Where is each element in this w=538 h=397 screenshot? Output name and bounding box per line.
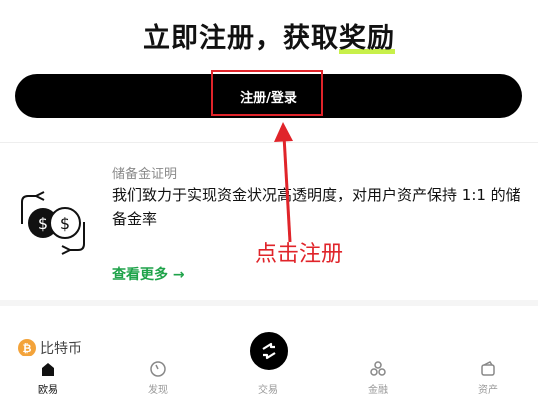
home-icon [42, 363, 54, 376]
wallet-icon [481, 361, 495, 376]
svg-text:$: $ [38, 214, 48, 233]
section-divider [0, 300, 538, 306]
coin-name: 比特币 [40, 341, 82, 357]
tab-label: 交易 [258, 385, 278, 396]
view-more-label: 查看更多 [112, 267, 168, 283]
annotation-highlight-box [211, 70, 323, 116]
reserve-card-label: 储备金证明 [112, 167, 178, 182]
tab-discover[interactable]: 发现 [123, 356, 193, 397]
tab-label: 欧易 [38, 385, 58, 396]
title-highlight: 奖励 [339, 23, 395, 54]
finance-icon [370, 361, 386, 376]
tab-label: 发现 [148, 385, 168, 396]
tab-assets[interactable]: 资产 [453, 356, 523, 397]
tab-label: 金融 [368, 385, 388, 396]
coin-list-item[interactable]: ₿ 比特币 [18, 338, 82, 358]
compass-icon [150, 361, 166, 377]
bitcoin-icon: ₿ [18, 339, 36, 357]
annotation-label: 点击注册 [255, 242, 344, 267]
arrow-right-icon: → [172, 267, 185, 283]
trade-button[interactable] [248, 330, 290, 372]
dollar-coins-exchange-icon: $ $ [21, 191, 85, 255]
annotation-arrow [274, 122, 293, 243]
tab-label: 资产 [478, 385, 498, 396]
svg-text:$: $ [60, 214, 70, 233]
tab-finance[interactable]: 金融 [343, 356, 413, 397]
swap-icon [262, 342, 276, 360]
tab-okx[interactable]: 欧易 [13, 356, 83, 397]
page-title: 立即注册，获取奖励 [0, 16, 538, 55]
title-main: 立即注册，获取 [143, 23, 339, 54]
view-more-link[interactable]: 查看更多 → [112, 264, 185, 284]
